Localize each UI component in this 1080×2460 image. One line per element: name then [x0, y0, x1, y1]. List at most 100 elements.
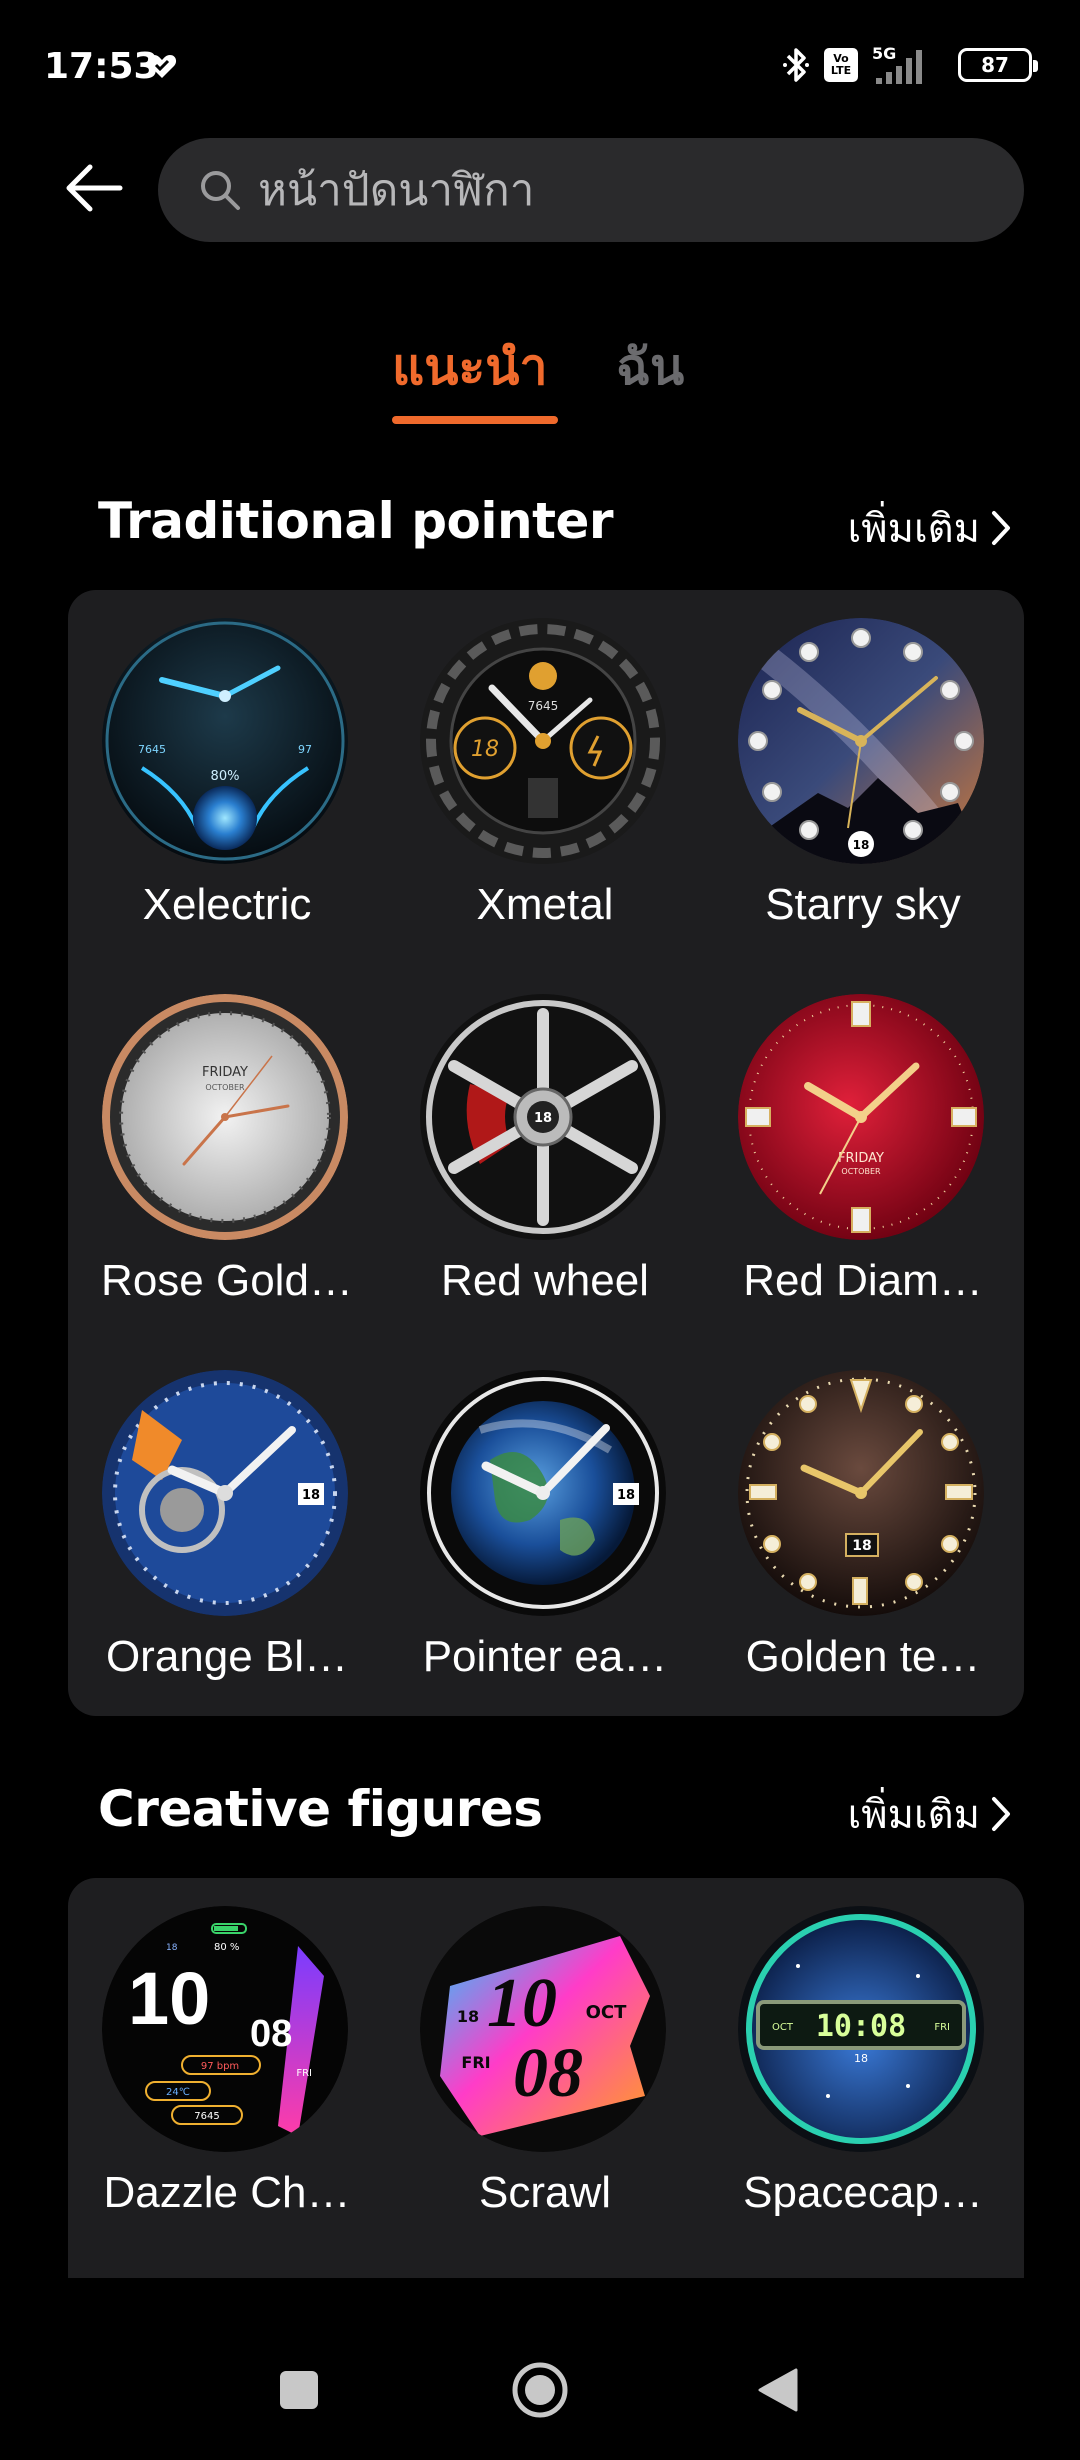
- watch-face-orange-blue[interactable]: 18 Orange Bl…: [68, 1342, 386, 1718]
- tab-mine[interactable]: ฉัน: [616, 328, 684, 407]
- active-tab-indicator: [392, 416, 558, 424]
- watch-face-scrawl[interactable]: 10 08 OCT 18 FRI Scrawl: [386, 1878, 704, 2254]
- svg-text:FRI: FRI: [461, 2053, 490, 2072]
- search-icon: [201, 171, 240, 210]
- watch-face-preview: FRIDAY OCTOBER: [102, 994, 348, 1240]
- svg-text:18: 18: [534, 1111, 552, 1126]
- svg-text:10: 10: [487, 1965, 557, 2042]
- bluetooth-icon: [783, 48, 809, 82]
- svg-text:18: 18: [852, 1538, 871, 1554]
- svg-text:18: 18: [617, 1488, 635, 1503]
- back-button[interactable]: [56, 150, 132, 226]
- svg-text:80 %: 80 %: [214, 1942, 239, 1953]
- watch-face-store-screen: 17:53 Vo LTE 5G 87 หน้าปัดนาฬิกา แนะนำ ฉ…: [0, 0, 1080, 2460]
- creative-figures-card: 80 % 18 10 08 FRI 97 bpm 24℃ 7645 Dazzle…: [68, 1878, 1024, 2278]
- tab-recommended[interactable]: แนะนำ: [392, 328, 548, 407]
- more-button-traditional-pointer[interactable]: เพิ่มเติม: [848, 496, 1012, 560]
- watch-face-preview: 10 08 OCT 18 FRI: [420, 1906, 666, 2152]
- svg-text:18: 18: [853, 838, 870, 852]
- status-time: 17:53: [44, 46, 159, 87]
- recent-apps-button[interactable]: [259, 2350, 339, 2430]
- triangle-back-icon: [758, 2368, 798, 2412]
- svg-text:OCTOBER: OCTOBER: [205, 1083, 245, 1092]
- watch-face-preview: 18: [102, 1370, 348, 1616]
- chevron-right-icon: [992, 511, 1010, 545]
- svg-text:7645: 7645: [138, 743, 166, 756]
- watch-face-red-diamond[interactable]: FRIDAY OCTOBER Red Diam…: [704, 966, 1022, 1342]
- watch-face-preview: 18: [738, 618, 984, 864]
- watch-face-xmetal[interactable]: 18 7645 Xmetal: [386, 590, 704, 966]
- watch-face-label: Xmetal: [476, 880, 614, 929]
- svg-text:10: 10: [128, 1957, 210, 2040]
- watch-face-preview: 80 % 18 10 08 FRI 97 bpm 24℃ 7645: [102, 1906, 348, 2152]
- watch-face-label: Golden te…: [745, 1632, 981, 1681]
- svg-text:FRI: FRI: [934, 2022, 950, 2033]
- signal-strength-icon: 5G: [872, 44, 944, 86]
- watch-face-preview: 10:08 OCT FRI 18: [738, 1906, 984, 2152]
- svg-text:OCT: OCT: [586, 2002, 628, 2023]
- svg-text:97: 97: [298, 743, 312, 756]
- svg-text:80%: 80%: [211, 769, 240, 784]
- watch-face-spacecapsule[interactable]: 10:08 OCT FRI 18 Spacecap…: [704, 1878, 1022, 2254]
- svg-text:18: 18: [471, 737, 499, 762]
- watch-face-preview: FRIDAY OCTOBER: [738, 994, 984, 1240]
- svg-text:97 bpm: 97 bpm: [201, 2061, 239, 2072]
- system-navigation-bar: [0, 2320, 1080, 2460]
- watch-face-label: Dazzle Ch…: [103, 2168, 351, 2217]
- watch-face-golden[interactable]: 18 Golden te…: [704, 1342, 1022, 1718]
- more-button-creative-figures[interactable]: เพิ่มเติม: [848, 1782, 1012, 1846]
- watch-face-xelectric[interactable]: 7645 97 80% Xelectric: [68, 590, 386, 966]
- svg-text:18: 18: [166, 1943, 178, 1953]
- heart-icon: [147, 55, 177, 78]
- circle-icon: [512, 2362, 568, 2418]
- svg-text:24℃: 24℃: [166, 2087, 190, 2098]
- watch-face-label: Red Diam…: [743, 1256, 983, 1305]
- svg-text:18: 18: [457, 2007, 479, 2026]
- section-title-traditional-pointer: Traditional pointer: [98, 492, 614, 550]
- svg-text:08: 08: [250, 2013, 292, 2055]
- watch-face-label: Rose Gold…: [101, 1256, 353, 1305]
- battery-indicator: 87: [958, 48, 1038, 82]
- svg-text:OCTOBER: OCTOBER: [841, 1167, 881, 1176]
- watch-face-label: Spacecap…: [743, 2168, 983, 2217]
- svg-text:OCT: OCT: [772, 2022, 794, 2033]
- arrow-left-icon: [66, 164, 123, 212]
- more-label: เพิ่มเติม: [847, 1792, 980, 1838]
- svg-text:7645: 7645: [528, 699, 559, 713]
- svg-text:FRI: FRI: [296, 2068, 312, 2079]
- svg-text:08: 08: [513, 2035, 583, 2112]
- svg-text:FRIDAY: FRIDAY: [202, 1065, 248, 1080]
- section-title-creative-figures: Creative figures: [98, 1780, 543, 1838]
- svg-text:7645: 7645: [194, 2111, 219, 2122]
- back-nav-button[interactable]: [738, 2350, 818, 2430]
- watch-face-preview: 18: [738, 1370, 984, 1616]
- traditional-pointer-card: 7645 97 80% Xelectric 18 7645 Xmetal 18 …: [68, 590, 1024, 1716]
- watch-face-label: Starry sky: [765, 880, 961, 929]
- watch-face-preview: 18 7645: [420, 618, 666, 864]
- status-bar: 17:53 Vo LTE 5G 87: [0, 0, 1080, 136]
- more-label: เพิ่มเติม: [847, 506, 980, 552]
- watch-face-preview: 18: [420, 994, 666, 1240]
- square-icon: [280, 2371, 318, 2409]
- watch-face-dazzle[interactable]: 80 % 18 10 08 FRI 97 bpm 24℃ 7645 Dazzle…: [68, 1878, 386, 2254]
- search-input[interactable]: หน้าปัดนาฬิกา: [158, 138, 1024, 242]
- watch-face-label: Scrawl: [478, 2168, 612, 2217]
- watch-face-label: Pointer ea…: [422, 1632, 668, 1681]
- svg-text:18: 18: [854, 2052, 868, 2065]
- status-icons: Vo LTE 5G 87: [782, 42, 1038, 88]
- svg-text:10:08: 10:08: [816, 2009, 906, 2044]
- watch-face-label: Red wheel: [441, 1256, 649, 1305]
- svg-text:FRIDAY: FRIDAY: [838, 1151, 884, 1166]
- watch-face-pointer-earth[interactable]: 18 Pointer ea…: [386, 1342, 704, 1718]
- watch-face-preview: 7645 97 80%: [102, 618, 348, 864]
- watch-face-preview: 18: [420, 1370, 666, 1616]
- watch-face-red-wheel[interactable]: 18 Red wheel: [386, 966, 704, 1342]
- svg-text:18: 18: [302, 1488, 320, 1503]
- watch-face-rose-gold[interactable]: FRIDAY OCTOBER Rose Gold…: [68, 966, 386, 1342]
- watch-face-label: Xelectric: [142, 880, 312, 929]
- search-placeholder: หน้าปัดนาฬิกา: [258, 165, 535, 216]
- watch-face-starry-sky[interactable]: 18 Starry sky: [704, 590, 1022, 966]
- chevron-right-icon: [992, 1797, 1010, 1831]
- watch-face-label: Orange Bl…: [105, 1632, 349, 1681]
- home-button[interactable]: [500, 2350, 580, 2430]
